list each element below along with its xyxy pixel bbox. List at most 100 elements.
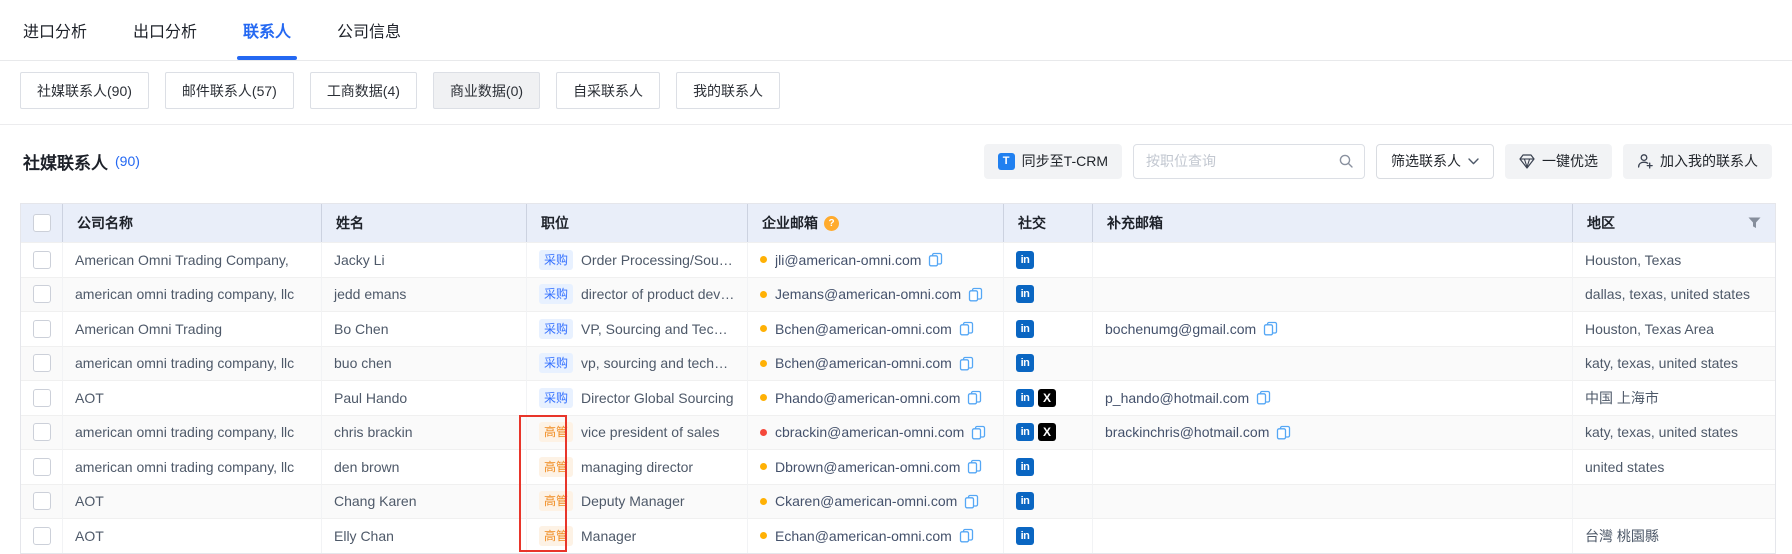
filter-funnel-icon[interactable] (1748, 217, 1761, 229)
col-company: 公司名称 (63, 204, 322, 242)
linkedin-icon[interactable]: in (1016, 527, 1034, 545)
position-text: vp, sourcing and technic... (581, 355, 735, 371)
position-tag: 高管 (539, 457, 573, 477)
alt-email-text[interactable]: bochenumg@gmail.com (1105, 321, 1256, 337)
copy-icon[interactable] (1256, 390, 1271, 405)
filter-button-自采联系人[interactable]: 自采联系人 (556, 72, 660, 109)
name-cell: chris brackin (322, 415, 527, 450)
company-cell: AOT (63, 484, 322, 519)
email-link[interactable]: Ckaren@american-omni.com (775, 493, 957, 509)
row-select-cell (21, 346, 63, 381)
row-checkbox[interactable] (33, 320, 51, 338)
company-cell: American Omni Trading (63, 311, 322, 346)
table-row: american omni trading company, llcchris … (21, 415, 1775, 450)
social-cell: in (1004, 346, 1093, 381)
copy-icon[interactable] (967, 459, 982, 474)
region-cell: Houston, Texas (1573, 242, 1775, 277)
copy-icon[interactable] (1276, 425, 1291, 440)
copy-icon[interactable] (959, 528, 974, 543)
email-link[interactable]: Dbrown@american-omni.com (775, 459, 960, 475)
row-select-cell (21, 484, 63, 519)
alt-email-cell (1093, 277, 1573, 312)
social-cell: in (1004, 518, 1093, 553)
filter-bar: 社媒联系人(90) 邮件联系人(57) 工商数据(4) 商业数据(0) 自采联系人我的联… (20, 72, 780, 109)
add-to-my-contacts-button[interactable]: 加入我的联系人 (1623, 144, 1772, 179)
copy-icon[interactable] (964, 494, 979, 509)
linkedin-icon[interactable]: in (1016, 251, 1034, 269)
linkedin-icon[interactable]: in (1016, 492, 1034, 510)
tab-联系人[interactable]: 联系人 (243, 0, 291, 60)
row-checkbox[interactable] (33, 527, 51, 545)
email-status-dot (760, 532, 767, 539)
filter-button-社媒联系人(90)[interactable]: 社媒联系人(90) (20, 72, 149, 109)
col-name-label: 姓名 (336, 213, 364, 233)
tab-出口分析[interactable]: 出口分析 (133, 0, 197, 60)
company-cell: american omni trading company, llc (63, 415, 322, 450)
alt-email-text[interactable]: brackinchris@hotmail.com (1105, 424, 1269, 440)
select-all-checkbox[interactable] (33, 214, 51, 232)
email-link[interactable]: Jemans@american-omni.com (775, 286, 961, 302)
table-row: American Omni Trading Company,Jacky Li采购… (21, 242, 1775, 277)
email-status-dot (760, 429, 767, 436)
linkedin-icon[interactable]: in (1016, 389, 1034, 407)
name-cell: Jacky Li (322, 242, 527, 277)
tab-进口分析[interactable]: 进口分析 (23, 0, 87, 60)
contacts-page: 进口分析出口分析联系人公司信息 社媒联系人(90) 邮件联系人(57) 工商数据(4… (0, 0, 1792, 554)
sync-to-tcrm-label: 同步至T-CRM (1022, 151, 1108, 171)
copy-icon[interactable] (1263, 321, 1278, 336)
position-search-input[interactable] (1144, 152, 1338, 170)
filter-button-商业数据(0)[interactable]: 商业数据(0) (433, 72, 540, 109)
social-cell: inX (1004, 380, 1093, 415)
row-checkbox[interactable] (33, 251, 51, 269)
row-checkbox[interactable] (33, 423, 51, 441)
row-checkbox[interactable] (33, 458, 51, 476)
one-click-optimize-button[interactable]: 一键优选 (1505, 144, 1612, 179)
row-select-cell (21, 277, 63, 312)
email-link[interactable]: Bchen@american-omni.com (775, 355, 952, 371)
linkedin-icon[interactable]: in (1016, 423, 1034, 441)
row-checkbox[interactable] (33, 492, 51, 510)
linkedin-icon[interactable]: in (1016, 458, 1034, 476)
col-name: 姓名 (322, 204, 527, 242)
x-icon[interactable]: X (1038, 389, 1056, 407)
email-status-dot (760, 360, 767, 367)
row-checkbox[interactable] (33, 285, 51, 303)
col-region: 地区 (1573, 204, 1775, 242)
copy-icon[interactable] (959, 321, 974, 336)
row-checkbox[interactable] (33, 389, 51, 407)
linkedin-icon[interactable]: in (1016, 285, 1034, 303)
header-checkbox-cell (21, 204, 63, 242)
copy-icon[interactable] (959, 356, 974, 371)
filter-button-邮件联系人(57)[interactable]: 邮件联系人(57) (165, 72, 294, 109)
x-icon[interactable]: X (1038, 423, 1056, 441)
alt-email-cell (1093, 346, 1573, 381)
linkedin-icon[interactable]: in (1016, 320, 1034, 338)
tab-公司信息[interactable]: 公司信息 (337, 0, 401, 60)
copy-icon[interactable] (928, 252, 943, 267)
email-link[interactable]: jli@american-omni.com (775, 252, 921, 268)
alt-email-cell (1093, 484, 1573, 519)
filter-contacts-button[interactable]: 筛选联系人 (1376, 144, 1494, 179)
email-status-dot (760, 394, 767, 401)
search-icon[interactable] (1338, 153, 1354, 169)
email-link[interactable]: Bchen@american-omni.com (775, 321, 952, 337)
position-text: managing director (581, 459, 693, 475)
email-link[interactable]: cbrackin@american-omni.com (775, 424, 964, 440)
email-status-dot (760, 463, 767, 470)
col-social-label: 社交 (1018, 213, 1046, 233)
copy-icon[interactable] (971, 425, 986, 440)
help-icon[interactable]: ? (824, 216, 839, 231)
filter-button-工商数据(4)[interactable]: 工商数据(4) (310, 72, 417, 109)
copy-icon[interactable] (967, 390, 982, 405)
company-cell: AOT (63, 518, 322, 553)
row-checkbox[interactable] (33, 354, 51, 372)
region-cell: Houston, Texas Area (1573, 311, 1775, 346)
filter-button-我的联系人[interactable]: 我的联系人 (676, 72, 780, 109)
email-link[interactable]: Echan@american-omni.com (775, 528, 952, 544)
email-link[interactable]: Phando@american-omni.com (775, 390, 960, 406)
copy-icon[interactable] (968, 287, 983, 302)
linkedin-icon[interactable]: in (1016, 354, 1034, 372)
alt-email-text[interactable]: p_hando@hotmail.com (1105, 390, 1249, 406)
sync-to-tcrm-button[interactable]: T 同步至T-CRM (984, 144, 1122, 179)
position-cell: 高管Manager (527, 518, 748, 553)
